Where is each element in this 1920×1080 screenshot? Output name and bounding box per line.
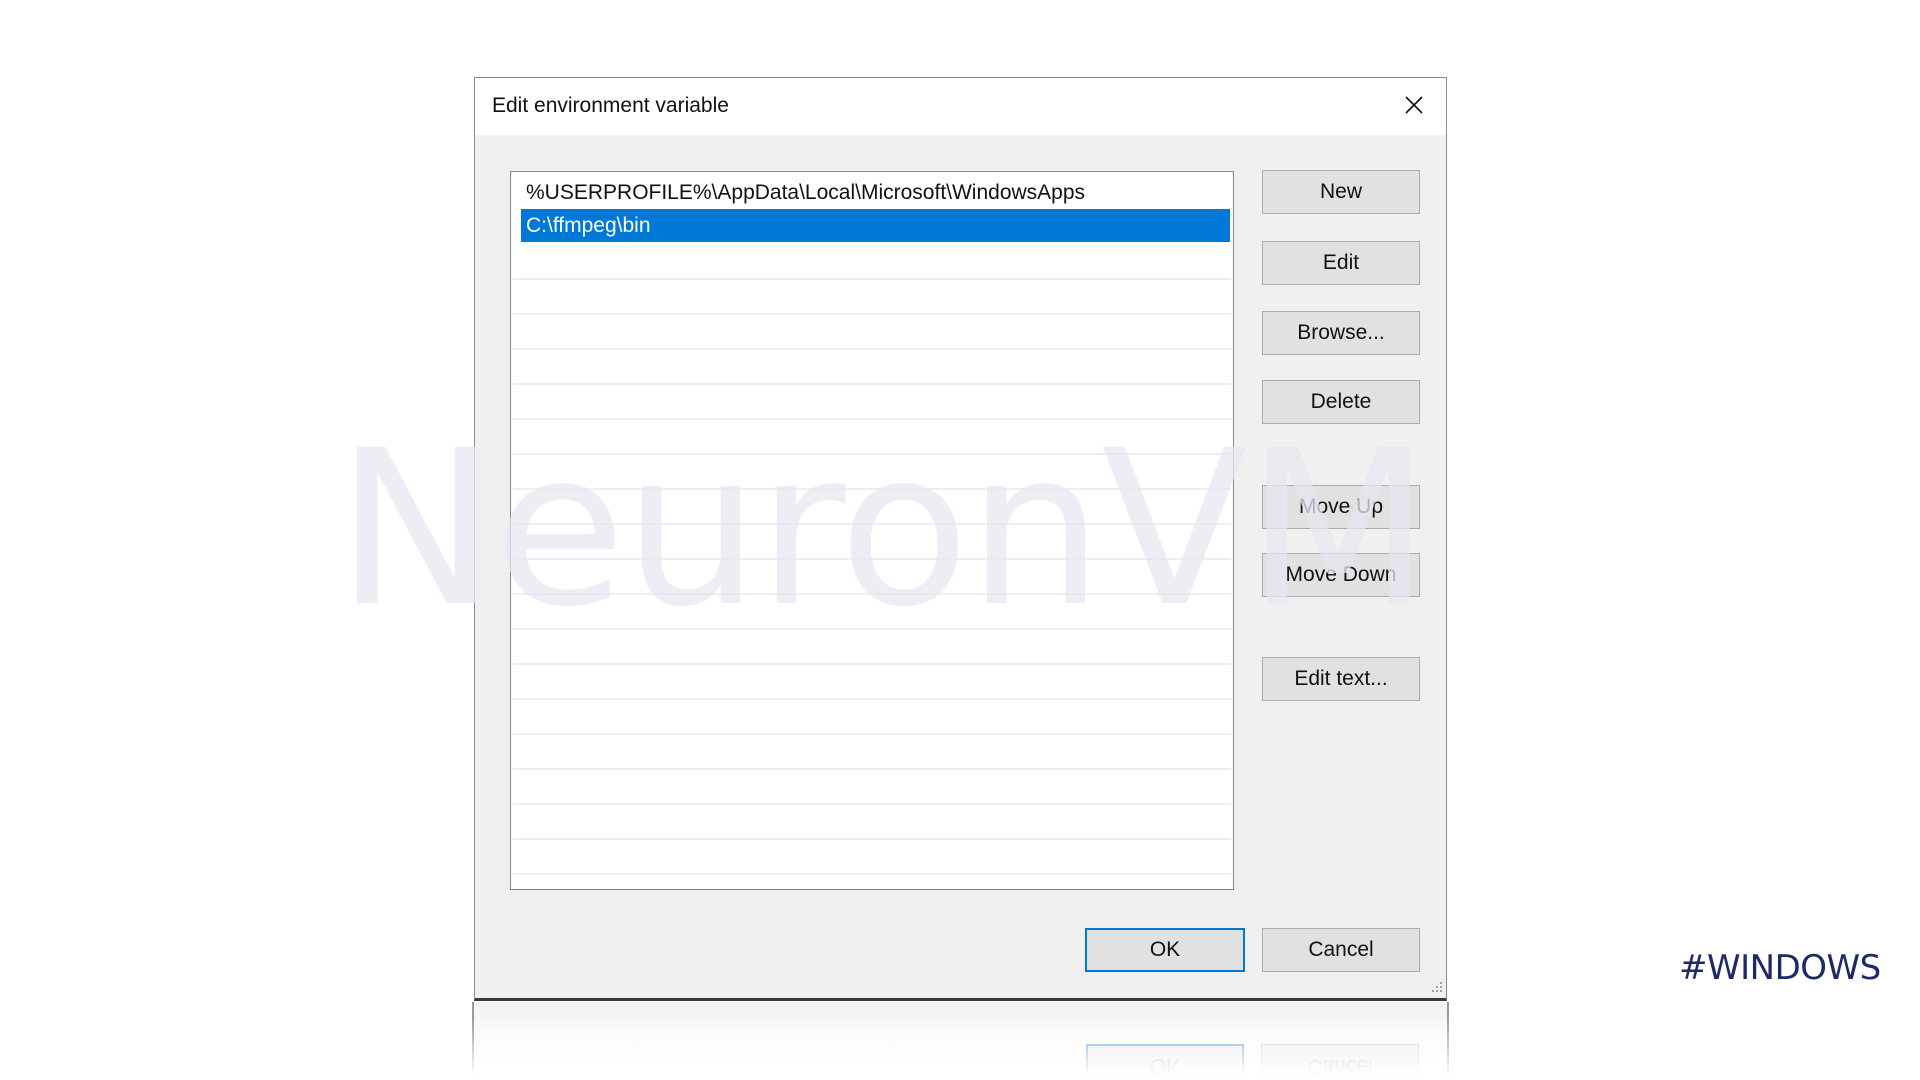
list-row-separator [513, 593, 1231, 595]
edit-text-button[interactable]: Edit text... [1262, 657, 1420, 701]
list-row-separator [513, 488, 1231, 490]
list-row-separator [513, 873, 1231, 875]
list-row-separator [513, 698, 1231, 700]
list-row-separator [513, 383, 1231, 385]
list-row-separator [513, 733, 1231, 735]
edit-environment-variable-dialog: Edit environment variable %USERPROFILE%\… [474, 77, 1447, 1001]
close-icon [1405, 96, 1423, 114]
close-button[interactable] [1394, 86, 1434, 124]
ok-button[interactable]: OK [1085, 928, 1245, 972]
list-row-separator [513, 348, 1231, 350]
path-list[interactable]: %USERPROFILE%\AppData\Local\Microsoft\Wi… [510, 171, 1234, 890]
list-row-separator [513, 628, 1231, 630]
list-item-selected[interactable]: C:\ffmpeg\bin [521, 209, 1230, 242]
browse-button[interactable]: Browse... [1262, 311, 1420, 355]
dialog-reflection: OK Cancel [472, 1002, 1449, 1080]
list-row-separator [513, 278, 1231, 280]
list-item-label: %USERPROFILE%\AppData\Local\Microsoft\Wi… [526, 181, 1086, 204]
cancel-button[interactable]: Cancel [1262, 928, 1420, 972]
dialog-title: Edit environment variable [492, 94, 729, 117]
list-item[interactable]: %USERPROFILE%\AppData\Local\Microsoft\Wi… [521, 176, 1230, 209]
title-bar[interactable]: Edit environment variable [475, 78, 1446, 135]
list-row-separator [513, 453, 1231, 455]
list-row-separator [513, 803, 1231, 805]
list-row-separator [513, 313, 1231, 315]
list-row-separator [513, 523, 1231, 525]
list-row-separator [513, 558, 1231, 560]
ok-button-reflection: OK [1086, 1044, 1244, 1080]
resize-grip-icon[interactable] [1429, 981, 1443, 995]
delete-button[interactable]: Delete [1262, 380, 1420, 424]
list-row-separator [513, 663, 1231, 665]
new-button[interactable]: New [1262, 170, 1420, 214]
edit-button[interactable]: Edit [1262, 241, 1420, 285]
list-row-separator [513, 418, 1231, 420]
move-down-button[interactable]: Move Down [1262, 553, 1420, 597]
list-item-label: C:\ffmpeg\bin [526, 214, 651, 237]
list-row-separator [513, 768, 1231, 770]
move-up-button[interactable]: Move Up [1262, 485, 1420, 529]
list-row-separator [513, 838, 1231, 840]
cancel-button-reflection: Cancel [1261, 1044, 1419, 1080]
hashtag-label: #WINDOWS [1679, 948, 1881, 988]
